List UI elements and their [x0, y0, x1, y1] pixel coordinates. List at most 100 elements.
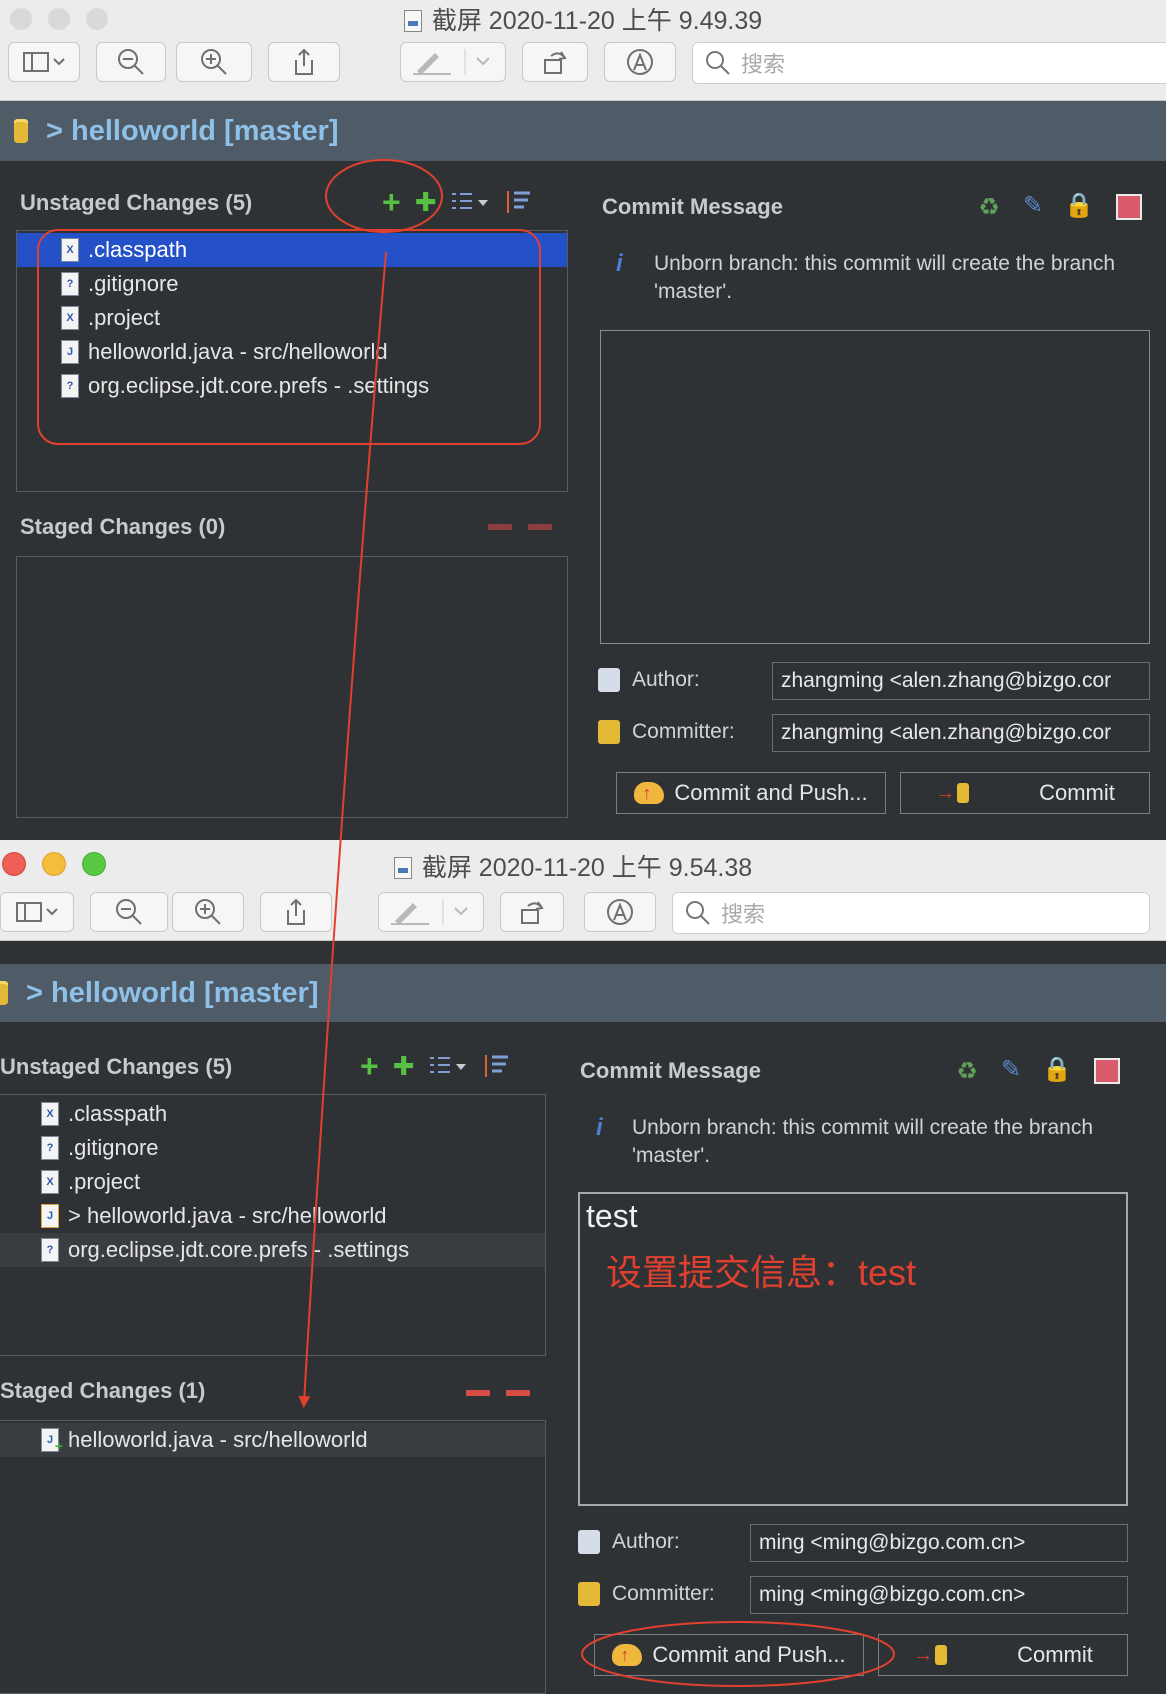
committer-field[interactable]: zhangming <alen.zhang@bizgo.cor — [772, 714, 1150, 752]
xml-file-icon: X — [41, 1102, 59, 1126]
unstaged-item[interactable]: X .project — [0, 1165, 545, 1199]
unstaged-item-label: .gitignore — [68, 1135, 159, 1160]
sort-icon[interactable] — [482, 1053, 510, 1079]
window-title: 截屏 2020-11-20 上午 9.54.38 — [0, 848, 1166, 884]
staged-item[interactable]: J + helloworld.java - src/helloworld — [0, 1423, 545, 1457]
commit-and-push-label: Commit and Push... — [652, 1642, 846, 1667]
previous-commit-message-icon[interactable]: ♻ — [952, 1056, 982, 1086]
author-label: Author: — [598, 668, 700, 692]
add-to-index-icon[interactable]: + — [360, 1050, 379, 1082]
amend-commit-icon[interactable] — [1092, 1056, 1122, 1086]
annotate-button[interactable] — [584, 892, 656, 932]
staged-toolbar — [466, 1390, 530, 1396]
search-field[interactable]: 搜索 — [692, 42, 1166, 84]
commit-and-push-button[interactable]: Commit and Push... — [594, 1634, 864, 1676]
sign-commit-icon[interactable]: 🔒 — [1064, 190, 1094, 220]
author-field[interactable]: ming <ming@bizgo.com.cn> — [750, 1524, 1128, 1562]
markup-button[interactable] — [378, 892, 484, 932]
commit-button[interactable]: → Commit — [900, 772, 1150, 814]
unstaged-item[interactable]: J > helloworld.java - src/helloworld — [0, 1199, 545, 1233]
signed-off-icon[interactable]: ✎ — [1018, 190, 1048, 220]
staged-item-label: helloworld.java - src/helloworld — [68, 1427, 368, 1452]
unstaged-item-label: .project — [88, 305, 161, 330]
sidebar-toggle-button[interactable] — [8, 42, 80, 82]
unstaged-item-label: .gitignore — [88, 271, 179, 296]
info-message: Unborn branch: this commit will create t… — [632, 1116, 1094, 1167]
previous-commit-message-icon[interactable]: ♻ — [974, 192, 1004, 222]
share-button[interactable] — [260, 892, 332, 932]
annotate-icon — [607, 899, 633, 925]
search-icon — [686, 901, 710, 925]
commit-message-input[interactable]: test — [578, 1192, 1128, 1506]
signed-off-icon[interactable]: ✎ — [996, 1054, 1026, 1084]
add-all-icon[interactable]: ✚ — [393, 1053, 415, 1079]
add-to-index-icon[interactable]: + — [382, 186, 401, 218]
rotate-button[interactable] — [522, 42, 588, 82]
zoom-out-button[interactable] — [96, 42, 166, 82]
text-file-icon: ? — [41, 1238, 59, 1262]
zoom-in-icon — [195, 899, 221, 925]
share-icon — [295, 48, 313, 75]
unstaged-item[interactable]: ? org.eclipse.jdt.core.prefs - .settings — [0, 1233, 545, 1267]
screenshot-window-2: 截屏 2020-11-20 上午 9.54.38 搜索 > helloworld — [0, 840, 1166, 1694]
unstaged-item[interactable]: ? .gitignore — [17, 267, 567, 301]
presentation-icon[interactable] — [450, 190, 490, 214]
share-icon — [287, 898, 305, 925]
staged-list[interactable] — [16, 556, 568, 818]
commit-button[interactable]: → Commit — [878, 1634, 1128, 1676]
sidebar-toggle-button[interactable] — [0, 892, 74, 932]
zoom-out-icon — [118, 49, 144, 75]
zoom-in-icon — [201, 49, 227, 75]
unstaged-item[interactable]: X .classpath — [17, 233, 567, 267]
commit-icon: → — [913, 1644, 948, 1667]
committer-label: Committer: — [578, 1582, 715, 1606]
committer-icon — [598, 720, 620, 744]
committer-label: Committer: — [598, 720, 735, 744]
remove-from-index-icon[interactable] — [466, 1390, 490, 1396]
unstaged-item[interactable]: ? .gitignore — [0, 1131, 545, 1165]
sort-icon[interactable] — [504, 189, 532, 215]
committer-field[interactable]: ming <ming@bizgo.com.cn> — [750, 1576, 1128, 1614]
zoom-out-button[interactable] — [90, 892, 168, 932]
remove-all-icon[interactable] — [528, 524, 552, 530]
remove-from-index-icon[interactable] — [488, 524, 512, 530]
staged-list[interactable]: J + helloworld.java - src/helloworld — [0, 1420, 546, 1694]
commit-message-text: test — [586, 1198, 638, 1234]
repository-label: > helloworld [master] — [46, 114, 339, 147]
rotate-button[interactable] — [500, 892, 564, 932]
document-icon — [393, 857, 412, 879]
annotate-button[interactable] — [604, 42, 676, 82]
unstaged-item-label: org.eclipse.jdt.core.prefs - .settings — [68, 1237, 410, 1262]
sign-commit-icon[interactable]: 🔒 — [1042, 1054, 1072, 1084]
zoom-in-button[interactable] — [172, 892, 244, 932]
commit-and-push-button[interactable]: Commit and Push... — [616, 772, 886, 814]
author-field[interactable]: zhangming <alen.zhang@bizgo.cor — [772, 662, 1150, 700]
author-label-text: Author: — [612, 1530, 680, 1553]
search-field[interactable]: 搜索 — [672, 892, 1150, 934]
unstaged-list[interactable]: X .classpath ? .gitignore X .project J > hel… — [0, 1094, 546, 1356]
presentation-icon[interactable] — [428, 1054, 468, 1078]
commit-message-input[interactable] — [600, 330, 1150, 644]
markup-button[interactable] — [400, 42, 506, 82]
sidebar-icon — [16, 902, 58, 922]
zoom-out-icon — [116, 899, 142, 925]
repository-icon — [14, 119, 28, 143]
author-icon — [578, 1530, 600, 1554]
unstaged-item[interactable]: ? org.eclipse.jdt.core.prefs - .settings — [17, 369, 567, 403]
unstaged-item[interactable]: Jhelloworld.java - src/helloworld — [17, 335, 567, 369]
remove-all-icon[interactable] — [506, 1390, 530, 1396]
amend-commit-icon[interactable] — [1114, 192, 1144, 222]
search-placeholder: 搜索 — [741, 52, 786, 77]
commit-label: Commit — [1017, 1642, 1093, 1667]
add-all-icon[interactable]: ✚ — [415, 189, 437, 215]
unstaged-list[interactable]: X .classpath ? .gitignore X .project Jhello… — [16, 230, 568, 492]
repository-header: > helloworld [master] — [0, 101, 1166, 161]
unstaged-item[interactable]: X .project — [17, 301, 567, 335]
share-button[interactable] — [268, 42, 340, 82]
committer-icon — [578, 1582, 600, 1606]
unstaged-changes-title: Unstaged Changes (5) — [0, 1054, 233, 1079]
unstaged-item[interactable]: X .classpath — [0, 1097, 545, 1131]
info-icon: i — [596, 1114, 603, 1141]
zoom-in-button[interactable] — [176, 42, 252, 82]
search-icon — [706, 51, 730, 75]
